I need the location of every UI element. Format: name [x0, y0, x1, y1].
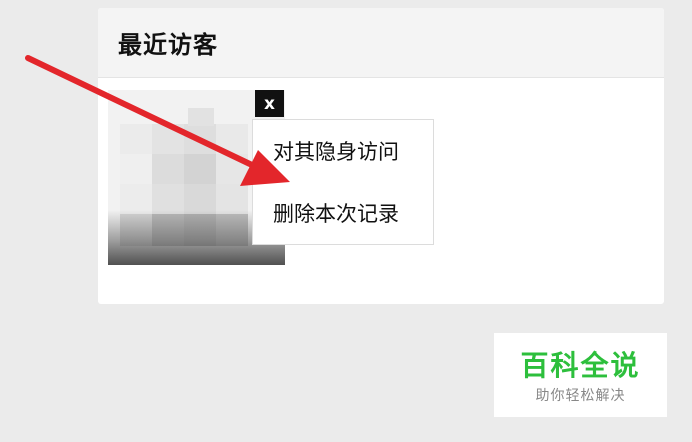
recent-visitors-panel: 最近访客 x 对其隐身访问 删除本次记录	[98, 8, 664, 304]
close-button[interactable]: x	[255, 90, 284, 117]
visitor-context-menu: 对其隐身访问 删除本次记录	[252, 119, 434, 245]
close-icon: x	[264, 93, 275, 114]
panel-title: 最近访客	[118, 31, 218, 59]
menu-item-delete-record[interactable]: 删除本次记录	[253, 182, 433, 244]
watermark-subtitle: 助你轻松解决	[535, 388, 626, 404]
menu-item-label: 对其隐身访问	[273, 140, 399, 164]
menu-item-label: 删除本次记录	[273, 202, 399, 226]
panel-header: 最近访客	[98, 8, 664, 78]
watermark-title: 百科全说	[520, 349, 641, 382]
watermark-logo: 百科全说 助你轻松解决	[494, 333, 667, 417]
menu-item-stealth-visit[interactable]: 对其隐身访问	[253, 120, 433, 182]
